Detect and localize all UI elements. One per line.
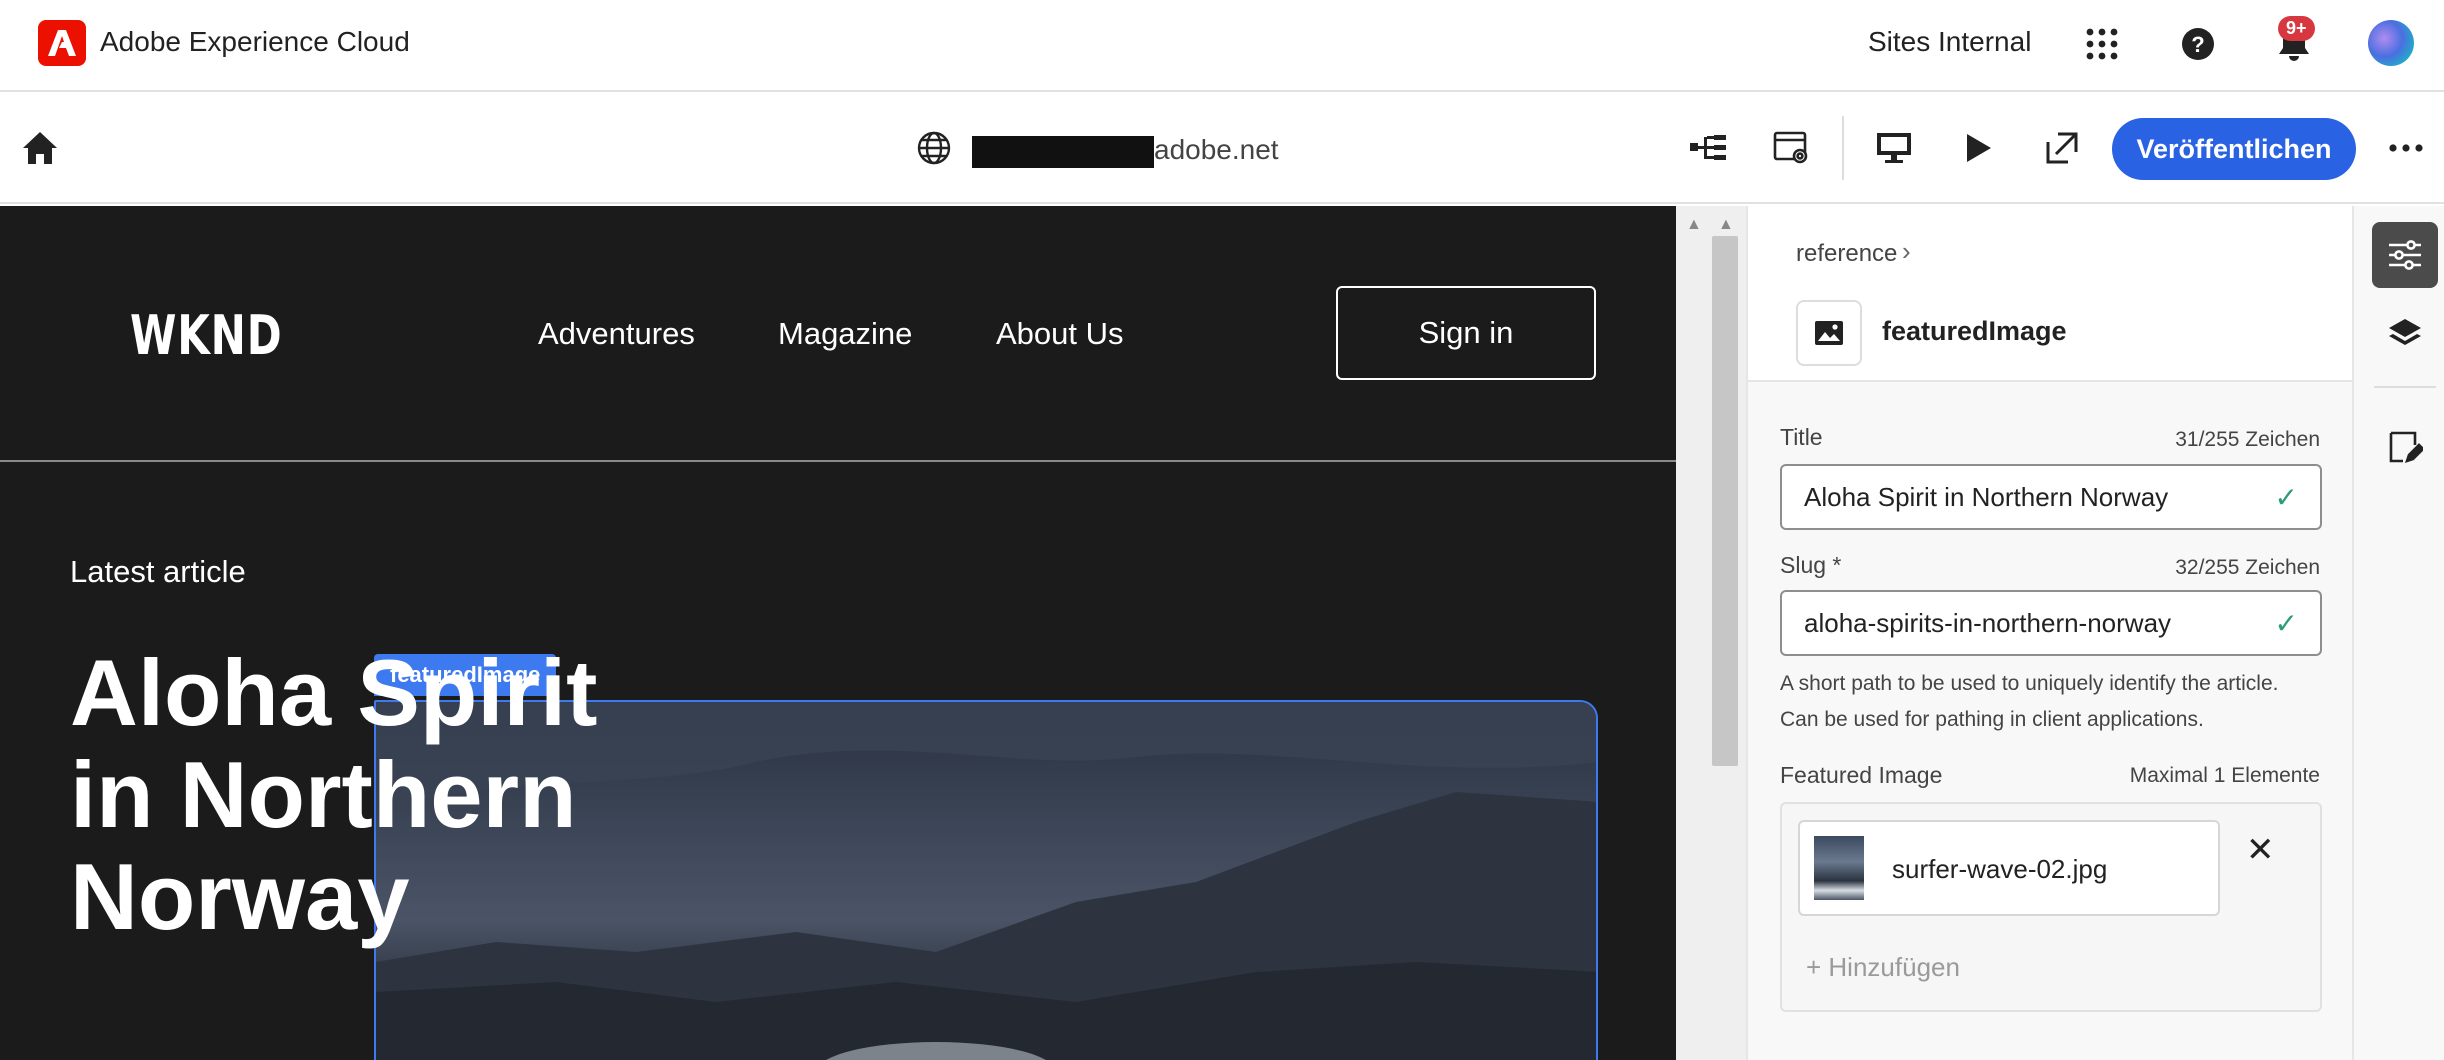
url-redacted <box>972 136 1154 168</box>
properties-panel: reference › featuredImage Title 31/255 Z… <box>1746 206 2352 1060</box>
site-logo[interactable]: WKND <box>130 304 282 367</box>
scrollbar-thumb[interactable] <box>1712 236 1738 766</box>
headline-line-3: Norway <box>70 844 410 949</box>
slug-input-value: aloha-spirits-in-northern-norway <box>1804 607 2172 638</box>
valid-check-icon: ✓ <box>2274 481 2298 513</box>
slug-char-count: 32/255 Zeichen <box>2175 556 2320 579</box>
content-tree-icon[interactable] <box>1682 122 1734 174</box>
right-rail <box>2352 206 2444 1060</box>
featured-image-label: Featured Image <box>1780 762 1943 788</box>
canvas-scrollbar[interactable]: ▲ ▲ <box>1676 206 1746 1060</box>
layers-icon[interactable] <box>2372 302 2438 368</box>
title-label: Title <box>1780 424 1823 450</box>
title-char-count: 31/255 Zeichen <box>2175 428 2320 451</box>
site-header-divider <box>0 460 1676 462</box>
article-headline[interactable]: Aloha Spirit in Northern Norway <box>70 642 770 948</box>
scroll-up-arrow-icon[interactable]: ▲ <box>1686 216 1702 234</box>
desktop-emulator-icon[interactable] <box>1868 122 1920 174</box>
slug-help-text: A short path to be used to uniquely iden… <box>1780 666 2340 738</box>
headline-line-1: Aloha Spirit <box>70 640 598 745</box>
featured-image-item[interactable]: surfer-wave-02.jpg <box>1798 820 2220 916</box>
properties-sliders-icon[interactable] <box>2372 222 2438 288</box>
brand-name[interactable]: Adobe Experience Cloud <box>100 26 410 58</box>
image-thumbnail <box>1814 836 1864 900</box>
apps-grid-icon[interactable] <box>2080 22 2124 66</box>
notification-badge: 9+ <box>2278 16 2315 41</box>
open-in-new-window-icon[interactable] <box>2036 122 2088 174</box>
slug-help-line-1: A short path to be used to uniquely iden… <box>1780 672 2279 695</box>
close-icon[interactable]: ✕ <box>2246 830 2275 870</box>
page-url[interactable]: adobe.net <box>1154 134 1279 166</box>
featured-image-limit: Maximal 1 Elemente <box>2129 764 2320 787</box>
preview-play-icon[interactable] <box>1952 122 2004 174</box>
scroll-up-arrow-icon-2[interactable]: ▲ <box>1718 216 1734 234</box>
slug-label: Slug * <box>1780 552 1842 578</box>
image-icon <box>1796 300 1862 366</box>
rail-divider <box>2374 386 2436 388</box>
site-nav-about-us[interactable]: About Us <box>996 316 1124 352</box>
breadcrumb[interactable]: reference <box>1796 240 1897 268</box>
more-actions-icon[interactable] <box>2380 122 2432 174</box>
featured-image-field: surfer-wave-02.jpg ✕ + Hinzufügen <box>1780 802 2322 1012</box>
slug-input[interactable]: aloha-spirits-in-northern-norway ✓ <box>1780 590 2322 656</box>
component-name: featuredImage <box>1882 316 2067 346</box>
globe-icon <box>908 122 960 174</box>
svg-text:?: ? <box>2191 32 2204 57</box>
publish-button[interactable]: Veröffentlichen <box>2112 118 2356 180</box>
valid-check-icon: ✓ <box>2274 607 2298 639</box>
add-button[interactable]: + Hinzufügen <box>1806 952 1960 983</box>
shell-header: Adobe Experience Cloud Sites Internal ? … <box>0 0 2444 92</box>
title-input[interactable]: Aloha Spirit in Northern Norway ✓ <box>1780 464 2322 530</box>
chevron-right-icon: › <box>1902 236 1911 266</box>
editor-toolbar: adobe.net Veröffentlichen <box>0 92 2444 204</box>
avatar[interactable] <box>2368 20 2414 66</box>
editor-canvas: WKND Adventures Magazine About Us Sign i… <box>0 206 1676 1060</box>
page-settings-icon[interactable] <box>1766 122 1818 174</box>
help-icon[interactable]: ? <box>2176 22 2220 66</box>
home-icon[interactable] <box>14 122 66 174</box>
latest-article-label: Latest article <box>70 554 246 589</box>
adobe-logo-icon[interactable] <box>38 20 86 66</box>
headline-line-2: in Northern <box>70 742 577 847</box>
featured-image-filename: surfer-wave-02.jpg <box>1892 854 2108 884</box>
title-input-value: Aloha Spirit in Northern Norway <box>1804 481 2169 512</box>
sign-in-button[interactable]: Sign in <box>1336 286 1596 380</box>
slug-help-line-2: Can be used for pathing in client applic… <box>1780 708 2204 731</box>
panel-header: reference › featuredImage <box>1748 206 2352 382</box>
edit-note-icon[interactable] <box>2372 414 2438 480</box>
site-nav-magazine[interactable]: Magazine <box>778 316 912 352</box>
toolbar-divider <box>1842 116 1844 180</box>
org-switcher[interactable]: Sites Internal <box>1868 26 2031 58</box>
site-nav-adventures[interactable]: Adventures <box>538 316 695 352</box>
